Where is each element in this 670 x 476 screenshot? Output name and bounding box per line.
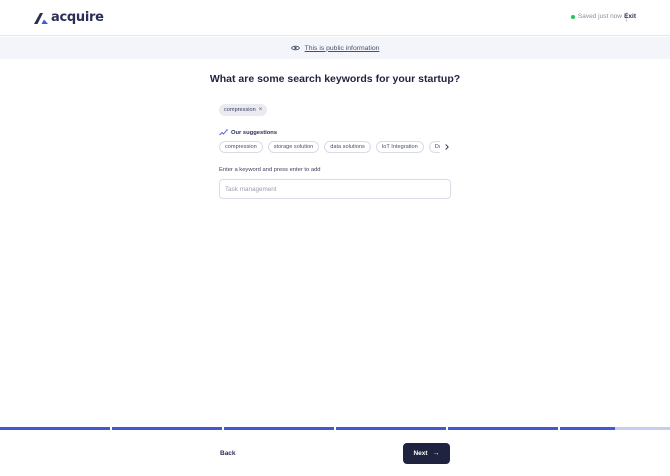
progress-segment	[336, 427, 446, 430]
suggestion-chip[interactable]: compression	[219, 141, 263, 153]
suggestions-carousel: compression storage solution data soluti…	[219, 141, 440, 153]
progress-segment-fill	[336, 427, 446, 430]
progress-segment-fill	[112, 427, 222, 430]
saved-status-dot-icon	[570, 14, 575, 19]
progress-segment-fill	[560, 427, 615, 430]
selected-keyword-label: compression	[224, 107, 256, 113]
top-header: acquire Saved just now Exit	[0, 0, 670, 36]
sparkle-trend-icon	[219, 129, 228, 136]
suggestion-chip[interactable]: IoT Integration	[375, 141, 424, 153]
suggestions-label: Our suggestions	[231, 129, 278, 136]
progress-segment	[560, 427, 670, 430]
saved-status-text: Saved just now	[577, 13, 622, 20]
page-title: What are some search keywords for your s…	[209, 73, 461, 85]
eye-icon	[290, 45, 300, 51]
suggestion-chip[interactable]: Data Management	[428, 141, 440, 153]
suggestions-header: Our suggestions	[219, 129, 277, 136]
arrow-right-icon: →	[432, 450, 440, 457]
suggestion-chip[interactable]: data solutions	[324, 141, 371, 153]
progress-segment	[448, 427, 558, 430]
suggestion-chip[interactable]: storage solution	[267, 141, 320, 153]
logo-text: acquire	[51, 10, 104, 25]
progress-segment-fill	[224, 427, 334, 430]
acquire-logo-icon	[34, 12, 48, 24]
public-info-link[interactable]: This is public information	[305, 45, 380, 52]
exit-button[interactable]: Exit	[624, 13, 636, 20]
progress-segment	[224, 427, 334, 430]
progress-segment	[0, 427, 110, 430]
selected-keyword-chip: compression ×	[219, 104, 268, 116]
keyword-input[interactable]	[219, 179, 451, 199]
progress-segment-fill	[0, 427, 110, 430]
remove-keyword-icon[interactable]: ×	[259, 107, 263, 113]
progress-segment	[112, 427, 222, 430]
keyword-input-label: Enter a keyword and press enter to add	[219, 167, 321, 173]
acquire-logo[interactable]: acquire	[33, 11, 104, 25]
next-button-label: Next	[413, 450, 428, 457]
progress-bar	[0, 427, 670, 430]
public-info-banner: This is public information	[0, 37, 670, 59]
back-button[interactable]: Back	[220, 450, 236, 457]
suggestions-next-chevron-icon[interactable]	[443, 141, 451, 153]
save-status: Saved just now	[570, 13, 622, 20]
next-button[interactable]: Next →	[403, 443, 450, 464]
progress-segment-fill	[448, 427, 558, 430]
